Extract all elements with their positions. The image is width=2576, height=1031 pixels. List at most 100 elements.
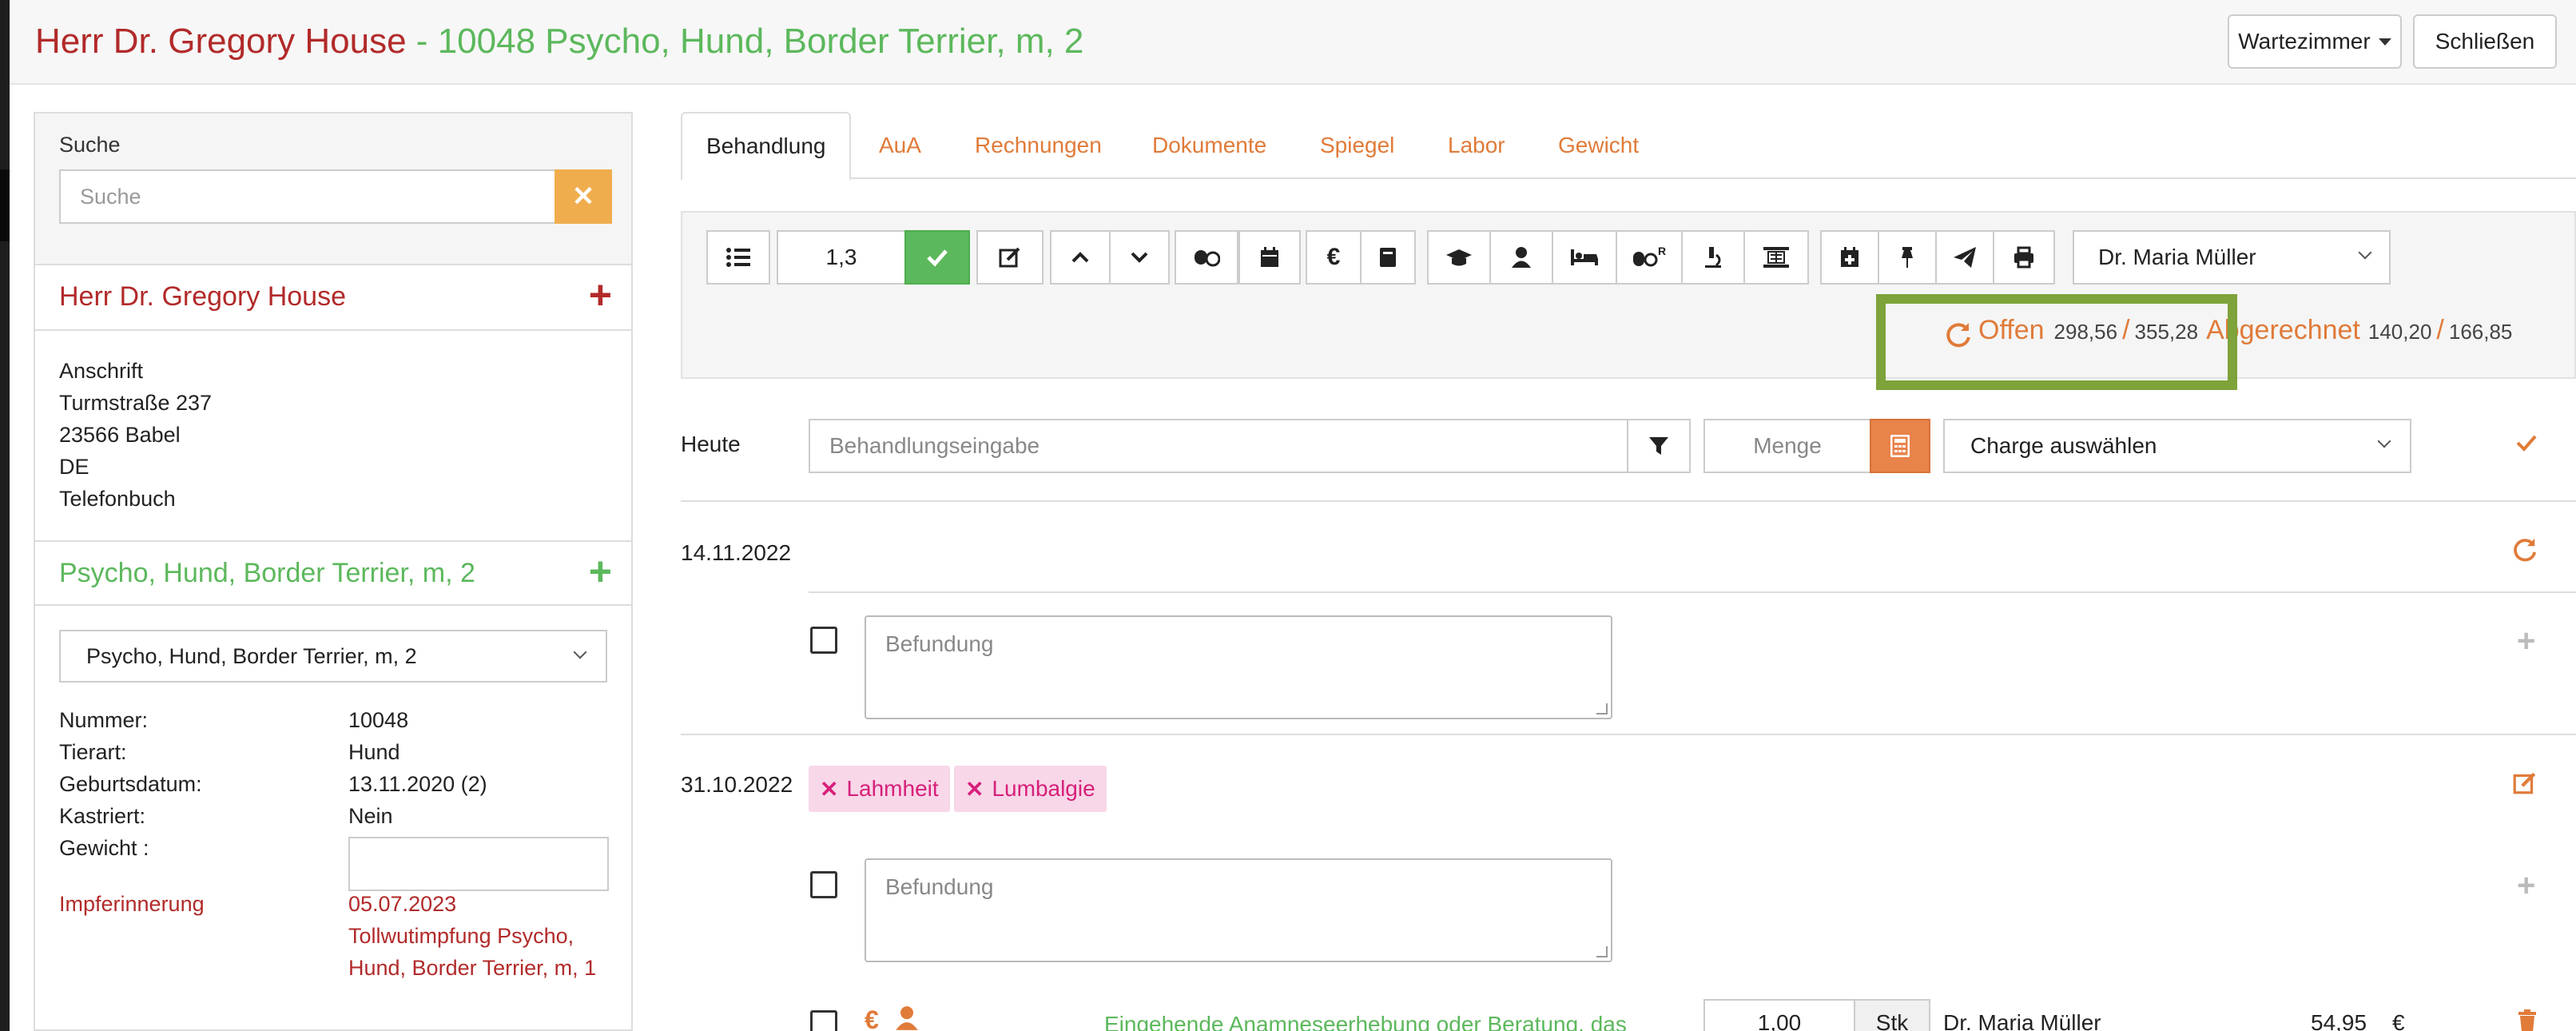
page-title: Herr Dr. Gregory House - 10048 Psycho, H… bbox=[35, 21, 1083, 62]
page-header: Herr Dr. Gregory House - 10048 Psycho, H… bbox=[10, 0, 2576, 85]
xray-button[interactable] bbox=[1743, 230, 1809, 285]
close-button[interactable]: Schließen bbox=[2413, 14, 2557, 69]
divider bbox=[681, 500, 2576, 502]
left-edge-accent bbox=[0, 169, 10, 241]
treatment-input[interactable]: Behandlungseingabe bbox=[809, 419, 1628, 473]
add-entry-icon[interactable]: + bbox=[2517, 623, 2535, 659]
lab-button[interactable] bbox=[1681, 230, 1745, 285]
print-icon bbox=[2014, 246, 2033, 269]
medication-button[interactable] bbox=[1175, 230, 1238, 285]
send-button[interactable] bbox=[1935, 230, 1994, 285]
remove-tag-icon[interactable]: ✕ bbox=[820, 776, 838, 802]
pet-section-header: Psycho, Hund, Border Terrier, m, 2 + bbox=[35, 540, 631, 606]
pet-select[interactable]: Psycho, Hund, Border Terrier, m, 2 bbox=[59, 630, 607, 683]
submit-check-icon[interactable] bbox=[2515, 432, 2538, 454]
finding-placeholder: Befundung bbox=[885, 631, 994, 656]
chevron-down-icon bbox=[573, 645, 587, 659]
tab-gewicht[interactable]: Gewicht bbox=[1558, 112, 1639, 179]
tab-rechnungen[interactable]: Rechnungen bbox=[975, 112, 1102, 179]
filter-icon bbox=[1649, 437, 1668, 455]
title-owner: Herr Dr. Gregory House bbox=[35, 22, 407, 61]
tab-dokumente[interactable]: Dokumente bbox=[1152, 112, 1266, 179]
euro-icon: € bbox=[1326, 244, 1341, 270]
move-up-button[interactable] bbox=[1050, 230, 1111, 285]
tab-aua[interactable]: AuA bbox=[879, 112, 921, 179]
doctor-select[interactable]: Dr. Maria Müller bbox=[2073, 230, 2391, 285]
detail-key-weight: Gewicht : bbox=[59, 836, 149, 860]
add-pet-icon[interactable]: + bbox=[589, 551, 612, 591]
waiting-room-button[interactable]: Wartezimmer bbox=[2228, 14, 2402, 69]
book-button[interactable] bbox=[1360, 230, 1416, 285]
finding-textarea[interactable]: Befundung bbox=[865, 858, 1612, 962]
diagnosis-tag[interactable]: ✕ Lumbalgie bbox=[954, 766, 1107, 812]
detail-value-number: 10048 bbox=[348, 708, 409, 732]
tab-spiegel[interactable]: Spiegel bbox=[1320, 112, 1394, 179]
owner-name[interactable]: Herr Dr. Gregory House bbox=[59, 281, 346, 312]
left-edge-bar bbox=[0, 0, 10, 1031]
trash-icon[interactable] bbox=[2517, 1009, 2538, 1031]
chevron-down-icon bbox=[2358, 245, 2372, 260]
filter-button[interactable] bbox=[1627, 419, 1691, 473]
add-entry-icon[interactable]: + bbox=[2517, 868, 2535, 904]
print-button[interactable] bbox=[1993, 230, 2055, 285]
pin-button[interactable] bbox=[1878, 230, 1937, 285]
chevron-up-icon bbox=[1071, 252, 1089, 263]
billed-slash: / bbox=[2436, 315, 2444, 345]
tab-behandlung[interactable]: Behandlung bbox=[681, 112, 852, 181]
finding-checkbox[interactable] bbox=[810, 627, 837, 654]
quantity-input[interactable]: Menge bbox=[1703, 419, 1871, 473]
diagnosis-tag-label: Lahmheit bbox=[846, 776, 939, 801]
address-country: DE bbox=[59, 455, 89, 479]
confirm-factor-button[interactable] bbox=[904, 230, 970, 285]
education-button[interactable] bbox=[1427, 230, 1491, 285]
refresh-icon[interactable] bbox=[2512, 537, 2538, 563]
finding-placeholder: Befundung bbox=[885, 874, 994, 899]
tab-labor[interactable]: Labor bbox=[1448, 112, 1505, 179]
finding-checkbox[interactable] bbox=[810, 871, 837, 898]
price-button[interactable]: € bbox=[1306, 230, 1362, 285]
detail-value-birthdate: 13.11.2020 (2) bbox=[348, 772, 487, 796]
line-item-quantity[interactable]: 1,00 bbox=[1703, 999, 1855, 1031]
resize-handle[interactable] bbox=[1596, 946, 1608, 957]
address-heading: Anschrift bbox=[59, 359, 144, 383]
calendar-button[interactable] bbox=[1238, 230, 1301, 285]
factor-input[interactable]: 1,3 bbox=[777, 230, 906, 285]
detail-key-species: Tierart: bbox=[59, 740, 127, 764]
list-button[interactable] bbox=[706, 230, 770, 285]
detail-key-number: Nummer: bbox=[59, 708, 149, 732]
vaccination-reminder-text: Tollwutimpfung Psycho, bbox=[348, 924, 574, 948]
phonebook-link[interactable]: Telefonbuch bbox=[59, 483, 176, 515]
finding-textarea[interactable]: Befundung bbox=[865, 615, 1612, 719]
resize-handle[interactable] bbox=[1596, 703, 1608, 715]
prescription-button[interactable]: R bbox=[1616, 230, 1683, 285]
billed-value-2: 166,85 bbox=[2448, 320, 2513, 344]
calculator-icon bbox=[1890, 435, 1910, 457]
title-separator: - bbox=[406, 22, 438, 61]
billed-value-1: 140,20 bbox=[2367, 320, 2432, 344]
add-appointment-button[interactable] bbox=[1820, 230, 1879, 285]
edit-icon[interactable] bbox=[2512, 770, 2538, 796]
move-down-button[interactable] bbox=[1109, 230, 1170, 285]
microscope-icon bbox=[1705, 247, 1721, 268]
search-input[interactable]: Suche bbox=[59, 169, 555, 224]
calculator-button[interactable] bbox=[1870, 419, 1930, 473]
search-clear-button[interactable]: ✕ bbox=[555, 169, 612, 224]
person-button[interactable] bbox=[1489, 230, 1553, 285]
remove-tag-icon[interactable]: ✕ bbox=[965, 776, 984, 802]
euro-icon: € bbox=[865, 1005, 879, 1031]
pet-name[interactable]: Psycho, Hund, Border Terrier, m, 2 bbox=[59, 558, 475, 589]
diagnosis-tag[interactable]: ✕ Lahmheit bbox=[809, 766, 950, 812]
edit-button[interactable] bbox=[976, 230, 1044, 285]
line-item-description[interactable]: Eingehende Anamneseerhebung oder Beratun… bbox=[1104, 1012, 1627, 1031]
add-owner-icon[interactable]: + bbox=[589, 275, 612, 315]
highlight-box bbox=[1876, 294, 2237, 390]
charge-select[interactable]: Charge auswählen bbox=[1943, 419, 2411, 473]
weight-input[interactable] bbox=[348, 837, 609, 891]
caret-down-icon bbox=[2378, 38, 2391, 46]
patient-sidebar: Suche Suche ✕ Herr Dr. Gregory House + A… bbox=[34, 112, 633, 1031]
diagnosis-tag-label: Lumbalgie bbox=[992, 776, 1095, 801]
calendar-plus-icon bbox=[1841, 247, 1858, 267]
history-date: 31.10.2022 bbox=[681, 772, 793, 797]
inpatient-button[interactable] bbox=[1552, 230, 1617, 285]
line-item-checkbox[interactable] bbox=[810, 1010, 837, 1031]
